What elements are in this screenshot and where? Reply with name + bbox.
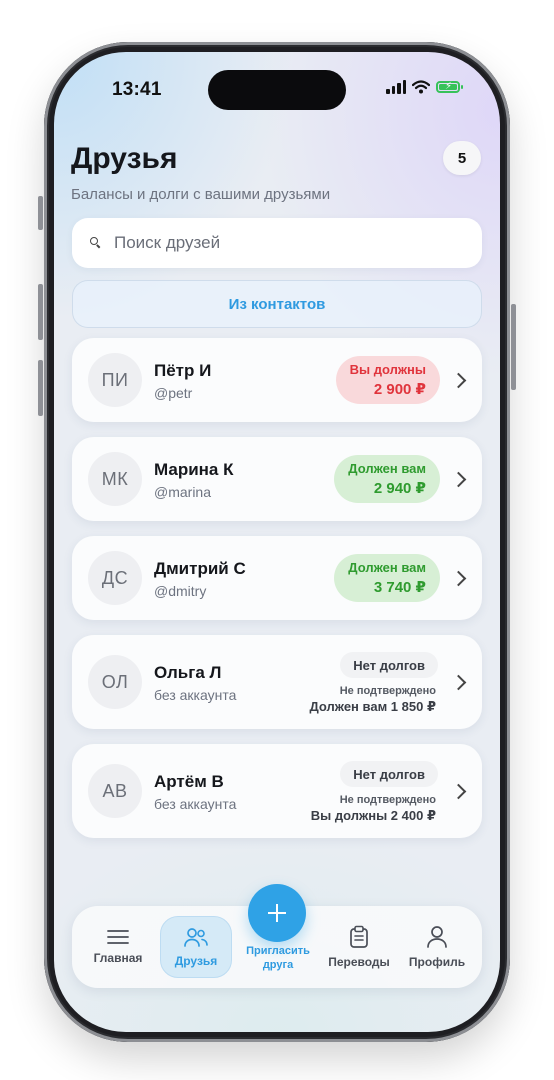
avatar: АВ: [88, 764, 142, 818]
pending-balance-note: Вы должны 2 400 ₽: [310, 808, 436, 823]
friend-card-dmitry[interactable]: ДС Дмитрий С @dmitry Должен вам 3 740 ₽: [72, 536, 482, 620]
no-debt-badge: Нет долгов: [340, 652, 438, 678]
chevron-right-icon: [450, 674, 467, 691]
invite-friend-label[interactable]: Пригласить друга: [238, 944, 318, 972]
import-contacts-button[interactable]: Из контактов: [72, 280, 482, 328]
clipboard-icon: [350, 925, 368, 948]
action-button: [38, 196, 43, 230]
balance-status: Должен вам: [348, 560, 426, 575]
avatar: ОЛ: [88, 655, 142, 709]
tab-label: Друзья: [174, 954, 218, 968]
balance-pill-debt: Вы должны 2 900 ₽: [335, 356, 440, 404]
chevron-right-icon: [450, 471, 467, 488]
status-icons: ⚡: [386, 80, 463, 94]
wifi-icon: [412, 80, 430, 94]
unconfirmed-label: Не подтверждено: [339, 794, 436, 806]
page-subtitle: Балансы и долги с вашими друзьями: [71, 186, 331, 203]
friend-name: Ольга Л: [154, 663, 222, 682]
friend-name: Артём В: [154, 772, 224, 791]
balance-pill-credit: Должен вам 3 740 ₽: [334, 554, 440, 602]
no-debt-badge: Нет долгов: [340, 761, 438, 787]
friend-card-artem[interactable]: АВ Артём В без аккаунта Нет долгов Не по…: [72, 744, 482, 838]
friend-handle: @dmitry: [154, 583, 207, 599]
chevron-right-icon: [450, 570, 467, 587]
friend-handle: без аккаунта: [154, 687, 237, 703]
friend-handle: @petr: [154, 385, 193, 401]
balance-amount: 2 900 ₽: [373, 381, 426, 398]
plus-icon: [268, 904, 286, 922]
friend-name: Дмитрий С: [154, 559, 246, 578]
tab-label: Переводы: [328, 955, 390, 969]
friend-name: Марина К: [154, 460, 234, 479]
balance-pill-credit: Должен вам 2 940 ₽: [334, 455, 440, 503]
search-icon: [90, 237, 102, 249]
friend-card-olga[interactable]: ОЛ Ольга Л без аккаунта Нет долгов Не по…: [72, 635, 482, 729]
friend-handle: @marina: [154, 484, 212, 500]
battery-charging-icon: ⚡: [436, 81, 463, 93]
friend-card-petr[interactable]: ПИ Пётр И @petr Вы должны 2 900 ₽: [72, 338, 482, 422]
user-icon: [427, 926, 447, 948]
tab-label: Профиль: [408, 955, 466, 969]
balance-amount: 3 740 ₽: [373, 579, 426, 596]
avatar: ПИ: [88, 353, 142, 407]
friend-card-marina[interactable]: МК Марина К @marina Должен вам 2 940 ₽: [72, 437, 482, 521]
app-screen: 13:41 ⚡ Друзья 5 Балансы и долги с вашим…: [54, 52, 500, 1032]
chevron-right-icon: [450, 783, 467, 800]
friends-count-badge: 5: [443, 141, 481, 175]
pending-balance-note: Должен вам 1 850 ₽: [309, 699, 436, 714]
page-title: Друзья: [71, 142, 178, 175]
power-button: [511, 304, 516, 390]
search-bar[interactable]: [72, 218, 482, 268]
balance-status: Должен вам: [348, 461, 426, 476]
balance-status: Вы должны: [349, 362, 426, 377]
cellular-signal-icon: [386, 80, 406, 94]
avatar: ДС: [88, 551, 142, 605]
users-icon: [184, 928, 208, 947]
search-input[interactable]: [112, 232, 456, 254]
unconfirmed-label: Не подтверждено: [339, 685, 436, 697]
status-time: 13:41: [112, 79, 162, 100]
dynamic-island: [208, 70, 346, 110]
tab-label: Главная: [93, 951, 143, 965]
invite-friend-button[interactable]: [248, 884, 306, 942]
avatar: МК: [88, 452, 142, 506]
tab-transfers[interactable]: Переводы: [322, 906, 396, 988]
tab-home[interactable]: Главная: [81, 906, 155, 988]
volume-down-button: [38, 360, 43, 416]
tab-profile[interactable]: Профиль: [400, 906, 474, 988]
tab-friends[interactable]: Друзья: [159, 906, 233, 988]
volume-up-button: [38, 284, 43, 340]
balance-amount: 2 940 ₽: [373, 480, 426, 497]
friend-handle: без аккаунта: [154, 796, 237, 812]
menu-icon: [107, 930, 129, 944]
friend-name: Пётр И: [154, 361, 212, 380]
chevron-right-icon: [450, 372, 467, 389]
